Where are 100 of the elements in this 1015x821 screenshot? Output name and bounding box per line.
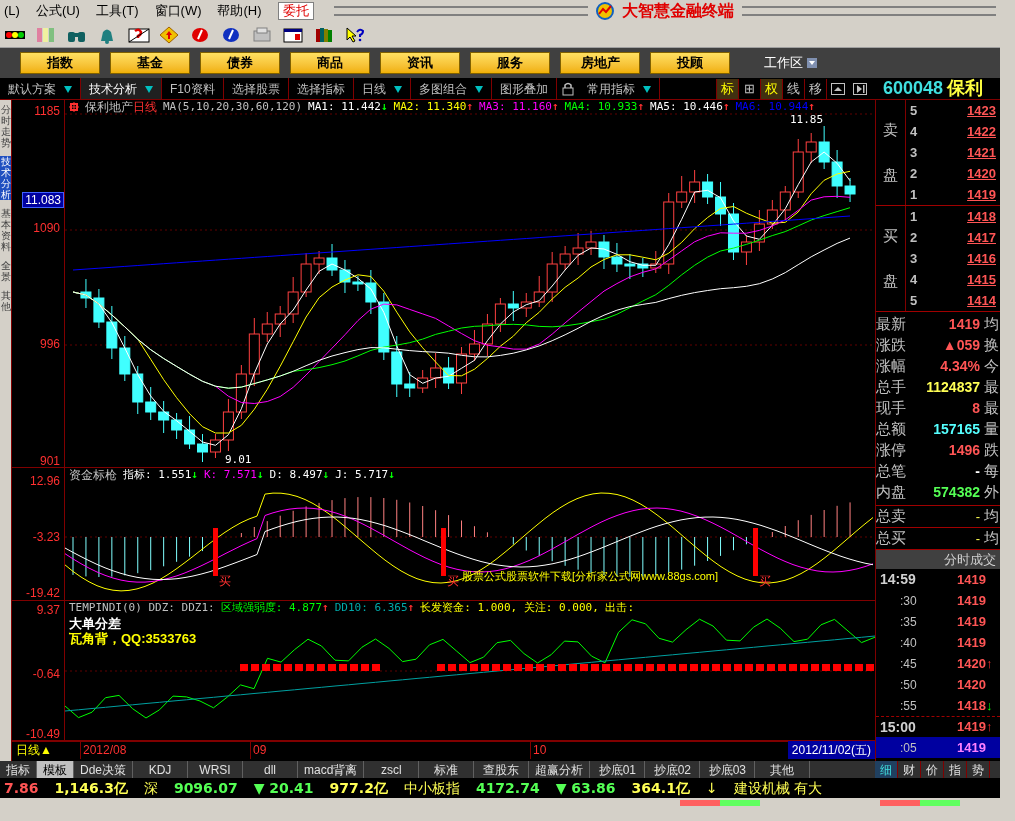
tick-time: :35 <box>899 613 918 631</box>
candlestick <box>481 313 493 357</box>
diamond-arrow-icon[interactable] <box>159 25 181 44</box>
help-pointer-icon[interactable] <box>345 25 367 44</box>
nav-button[interactable]: 商品 <box>290 52 370 74</box>
status-text: 1,146.3亿 <box>54 778 128 798</box>
stock-name: 保利 <box>947 77 984 100</box>
high-price-label: 11.85 <box>790 112 824 128</box>
chart-toggle-button[interactable]: 线 <box>783 78 805 99</box>
quote-value: 574382 <box>932 483 980 502</box>
menu-item[interactable]: 帮助(H) <box>217 1 262 21</box>
quote-value: 8 <box>971 399 980 418</box>
candlestick <box>766 199 778 230</box>
toolbar-tab[interactable]: 选择指标 <box>288 78 354 99</box>
quote-label: 均 <box>984 314 1000 335</box>
nav-button[interactable]: 指数 <box>20 52 100 74</box>
order-price: 1416 <box>967 249 996 268</box>
trend-arrow: ↑ <box>322 601 329 615</box>
panel-tab[interactable]: 细 <box>875 761 898 778</box>
toolbar-tab[interactable]: 日线 <box>353 78 411 99</box>
candlestick <box>507 290 519 322</box>
quote-label: 均 <box>984 528 1000 549</box>
nav-button[interactable]: 资讯 <box>380 52 460 74</box>
menu-item[interactable]: 窗口(W) <box>154 1 202 21</box>
toolbar-tab[interactable]: 选择股票 <box>223 78 289 99</box>
toolbar-tab[interactable]: F10资料 <box>162 78 224 99</box>
indicator-value: 指标: 1.551 <box>123 468 192 482</box>
axis-label: 1090 <box>33 221 60 235</box>
nav-button[interactable]: 房地产 <box>560 52 640 74</box>
trend-arrow: ↑ <box>407 601 415 615</box>
tick-row[interactable]: :35 1419 <box>876 611 1000 632</box>
indicator-value: MA6: 10.944 <box>735 100 809 114</box>
nav-button[interactable]: 债券 <box>200 52 280 74</box>
side-tab[interactable]: 其他 <box>0 290 11 312</box>
period-label: 日线 <box>133 100 157 114</box>
quote-value: 157165 <box>932 420 980 439</box>
tick-row[interactable]: 14:59 1419 <box>876 569 1000 590</box>
candlestick <box>818 125 830 170</box>
chart-toggle-button[interactable]: 标 <box>717 78 739 99</box>
tick-price: 1420 <box>956 654 986 673</box>
padlock-icon[interactable] <box>560 81 575 96</box>
buy-signal-label: 买 <box>219 575 231 587</box>
tick-row[interactable]: :05 1419 <box>876 737 1000 758</box>
nav-button[interactable]: 服务 <box>470 52 550 74</box>
side-tab[interactable]: 基本资料 <box>0 208 11 252</box>
tick-row[interactable]: :45 1420↑ <box>876 653 1000 674</box>
chart-toggle-button[interactable]: 移 <box>805 78 827 99</box>
side-tab[interactable]: 分时走势 <box>0 104 11 148</box>
chart-toggle-button[interactable]: 权 <box>761 78 783 99</box>
nav-button[interactable]: 投顾 <box>650 52 730 74</box>
menu-item[interactable]: 公式(U) <box>35 1 80 21</box>
order-price: 1423 <box>967 101 996 120</box>
toolbar-tab[interactable]: 常用指标 <box>578 78 660 99</box>
trade-button[interactable]: 委托 <box>277 2 314 20</box>
toolbar-tab[interactable]: 技术分析 <box>81 78 162 99</box>
quote-label: 均 <box>984 506 1000 527</box>
status-text: 4172.74 <box>475 778 540 798</box>
trend-arrow: ↓ <box>322 468 330 482</box>
signal-bar <box>753 528 758 576</box>
tick-row[interactable]: :30 1419 <box>876 590 1000 611</box>
menu-item[interactable]: 工具(T) <box>95 1 139 21</box>
nav-button[interactable]: 基金 <box>110 52 190 74</box>
toolbar-tab[interactable]: 多图组合 <box>410 78 492 99</box>
trend-arrow: ↓ <box>388 468 395 482</box>
indicator-value: 区域强弱度: 4.877 <box>220 601 323 615</box>
tick-row[interactable]: :40 1419 <box>876 632 1000 653</box>
order-level: 1 <box>910 207 918 226</box>
side-tab[interactable]: 全景 <box>0 260 11 282</box>
side-tab[interactable]: 技术分析 <box>0 156 11 200</box>
question-chart-icon[interactable] <box>128 25 150 44</box>
collapse-panel-icon[interactable] <box>831 82 845 95</box>
tick-price: 1419 <box>956 570 986 589</box>
tick-time: :45 <box>899 655 918 673</box>
quote-value: - <box>974 462 980 481</box>
axis-label: -10.49 <box>25 727 60 741</box>
axis-label: -0.64 <box>32 667 60 681</box>
quote-value: 1124837 <box>925 378 980 397</box>
tick-time: :30 <box>899 592 918 610</box>
status-text: 中小板指 <box>403 778 460 798</box>
tick-row[interactable]: :50 1420 <box>876 674 1000 695</box>
bottom-tab[interactable]: 模板 <box>37 761 74 778</box>
trend-arrow: ↓ <box>191 468 198 482</box>
trend-arrow: ↑ <box>637 100 644 114</box>
status-text: 9096.07 <box>173 778 238 798</box>
window-title: 大智慧金融终端 <box>621 1 734 21</box>
menu-item[interactable]: (L) <box>4 1 20 21</box>
candlestick <box>494 297 506 333</box>
trend-arrow: ↑ <box>986 654 994 673</box>
order-price: 1418 <box>967 207 996 226</box>
toolbar-tab[interactable]: 图形叠加 <box>491 78 557 99</box>
low-price-label: 9.01 <box>225 452 252 467</box>
window-icon[interactable] <box>283 25 305 44</box>
quote-label: 换 <box>984 335 1000 356</box>
quote-label: 每 <box>984 461 1000 482</box>
tick-row[interactable]: :55 1418↓ <box>876 695 1000 716</box>
candlestick <box>689 169 701 204</box>
side-panel-icon[interactable] <box>853 82 867 95</box>
candlestick <box>572 232 584 266</box>
order-side-label: 盘 <box>883 164 898 185</box>
order-level: 2 <box>910 164 918 183</box>
